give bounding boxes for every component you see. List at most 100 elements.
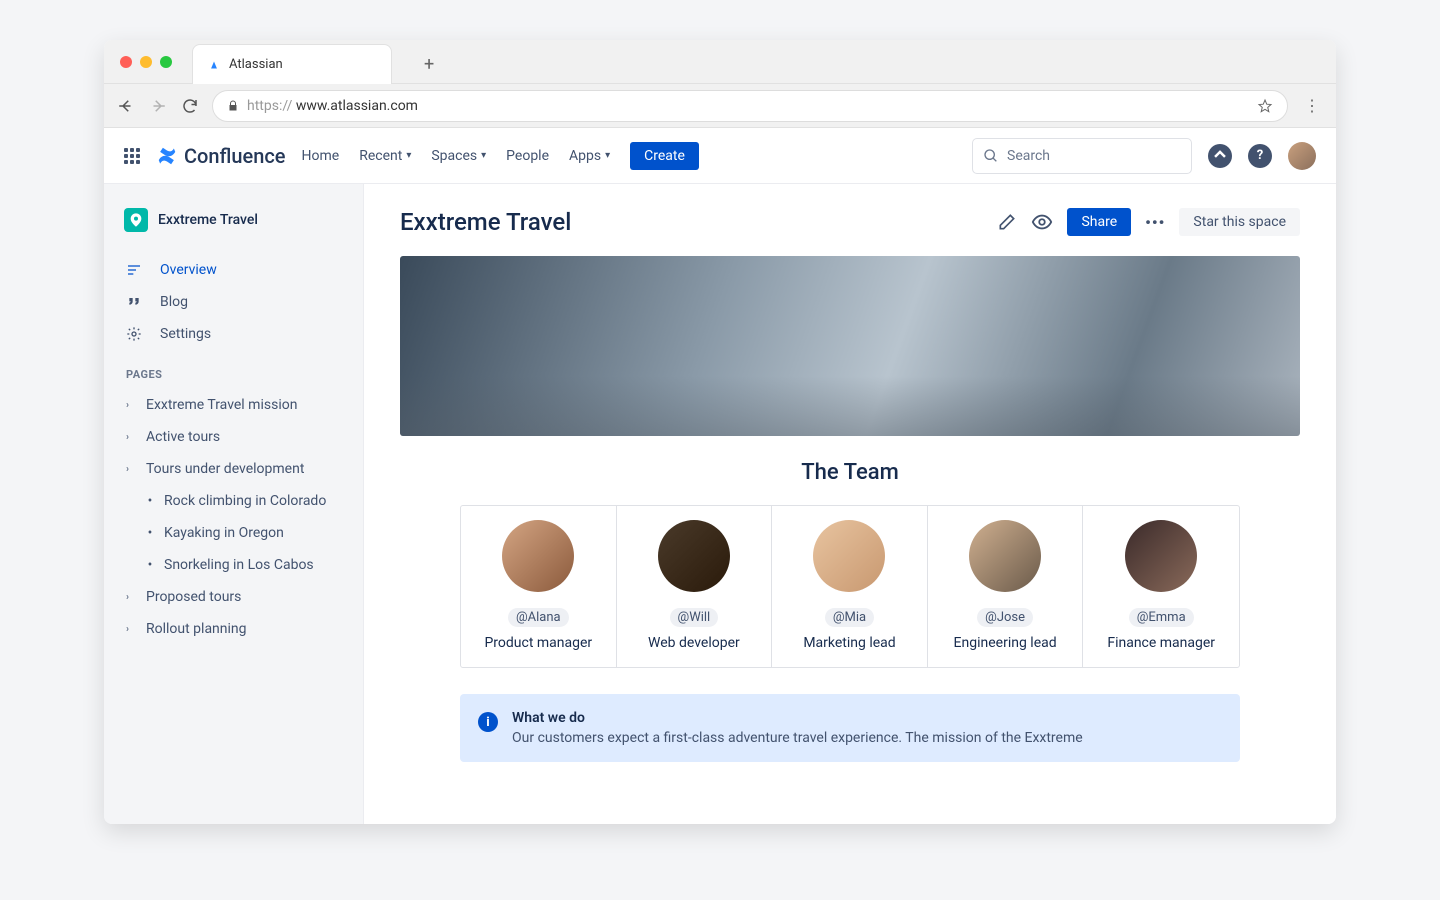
page-tree-subitem[interactable]: • Kayaking in Oregon (116, 517, 351, 549)
forward-button[interactable] (148, 96, 168, 116)
team-role: Product manager (469, 635, 608, 651)
hero-image (400, 256, 1300, 436)
page-label: Proposed tours (146, 589, 241, 605)
bullet-icon: • (144, 525, 156, 541)
team-role: Engineering lead (936, 635, 1075, 651)
star-space-button[interactable]: Star this space (1179, 208, 1300, 236)
info-panel: i What we do Our customers expect a firs… (460, 694, 1240, 762)
quote-icon (126, 294, 146, 310)
nav-spaces[interactable]: Spaces▾ (431, 148, 486, 164)
chevron-right-icon: › (126, 592, 138, 603)
more-actions-button[interactable]: ••• (1145, 213, 1165, 232)
arrow-right-icon (149, 97, 167, 115)
browser-tab-bar: Atlassian + (104, 40, 1336, 84)
avatar (502, 520, 574, 592)
close-window-button[interactable] (120, 56, 132, 68)
traffic-lights (120, 56, 172, 68)
brand-name: Confluence (184, 144, 286, 168)
search-input[interactable]: Search (972, 138, 1192, 174)
space-icon (124, 208, 148, 232)
sidebar-blog[interactable]: Blog (116, 286, 351, 318)
page-tree-item[interactable]: › Proposed tours (116, 581, 351, 613)
chevron-right-icon: › (126, 624, 138, 635)
page-tree-item[interactable]: › Active tours (116, 421, 351, 453)
confluence-logo[interactable]: Confluence (156, 144, 286, 168)
confluence-icon (156, 145, 178, 167)
chevron-down-icon: ▾ (481, 150, 486, 161)
team-role: Finance manager (1091, 635, 1231, 651)
profile-avatar[interactable] (1288, 142, 1316, 170)
page-tree-item[interactable]: › Exxtreme Travel mission (116, 389, 351, 421)
back-button[interactable] (116, 96, 136, 116)
info-panel-title: What we do (512, 710, 1083, 726)
page-label: Tours under development (146, 461, 304, 477)
sidebar-item-label: Blog (160, 294, 188, 310)
arrow-left-icon (117, 97, 135, 115)
avatar (1125, 520, 1197, 592)
chevron-right-icon: › (126, 432, 138, 443)
nav-recent[interactable]: Recent▾ (359, 148, 411, 164)
atlassian-icon (207, 58, 221, 72)
page-label: Active tours (146, 429, 220, 445)
page-label: Snorkeling in Los Cabos (164, 557, 314, 573)
help-icon[interactable]: ? (1248, 144, 1272, 168)
nav-home[interactable]: Home (302, 148, 340, 164)
user-mention[interactable]: @Mia (825, 608, 874, 627)
page-tree-item[interactable]: ›Tours under development (116, 453, 351, 485)
page-title: Exxtreme Travel (400, 208, 997, 236)
bullet-icon: • (144, 493, 156, 509)
pages-section-header: PAGES (116, 350, 351, 389)
share-button[interactable]: Share (1067, 208, 1131, 236)
team-member-card: @Jose Engineering lead (928, 506, 1084, 667)
tab-title: Atlassian (229, 57, 283, 72)
bookmark-star-icon[interactable] (1257, 98, 1273, 114)
chevron-down-icon: ▾ (605, 150, 610, 161)
team-grid: @Alana Product manager @Will Web develop… (460, 505, 1240, 668)
space-header[interactable]: Exxtreme Travel (116, 204, 351, 236)
avatar (658, 520, 730, 592)
avatar (813, 520, 885, 592)
minimize-window-button[interactable] (140, 56, 152, 68)
user-mention[interactable]: @Will (670, 608, 719, 627)
user-mention[interactable]: @Jose (977, 608, 1033, 627)
watch-button[interactable] (1031, 211, 1053, 233)
page-label: Kayaking in Oregon (164, 525, 284, 541)
create-button[interactable]: Create (630, 142, 699, 170)
page-tree-subitem[interactable]: • Snorkeling in Los Cabos (116, 549, 351, 581)
sidebar-item-label: Overview (160, 262, 217, 278)
reload-icon (181, 97, 199, 115)
nav-apps[interactable]: Apps▾ (569, 148, 610, 164)
browser-menu-button[interactable]: ⋮ (1300, 96, 1324, 115)
page-label: Rollout planning (146, 621, 247, 637)
user-mention[interactable]: @Emma (1129, 608, 1194, 627)
sidebar-overview[interactable]: Overview (116, 254, 351, 286)
bullet-icon: • (144, 557, 156, 573)
url-text: https:// www.atlassian.com (247, 98, 418, 114)
team-member-card: @Will Web developer (617, 506, 773, 667)
sidebar-settings[interactable]: Settings (116, 318, 351, 350)
maximize-window-button[interactable] (160, 56, 172, 68)
new-tab-button[interactable]: + (424, 54, 434, 75)
edit-button[interactable] (997, 212, 1017, 232)
lock-icon (227, 100, 239, 112)
address-bar[interactable]: https:// www.atlassian.com (212, 90, 1288, 122)
info-panel-body: Our customers expect a first-class adven… (512, 730, 1083, 746)
search-placeholder: Search (1007, 148, 1050, 164)
browser-window: Atlassian + https:// www.atlassian.com ⋮ (104, 40, 1336, 824)
notifications-icon[interactable] (1208, 144, 1232, 168)
team-role: Web developer (625, 635, 764, 651)
chevron-right-icon: › (126, 400, 138, 411)
team-member-card: @Alana Product manager (461, 506, 617, 667)
reload-button[interactable] (180, 96, 200, 116)
browser-toolbar: https:// www.atlassian.com ⋮ (104, 84, 1336, 128)
browser-tab[interactable]: Atlassian (192, 44, 392, 84)
nav-people[interactable]: People (506, 148, 549, 164)
gear-icon (126, 326, 146, 342)
search-icon (983, 148, 999, 164)
page-tree-item[interactable]: › Rollout planning (116, 613, 351, 645)
app-switcher-icon[interactable] (124, 148, 140, 164)
page-label: Exxtreme Travel mission (146, 397, 297, 413)
user-mention[interactable]: @Alana (508, 608, 569, 627)
page-tree-subitem[interactable]: •Rock climbing in Colorado (116, 485, 351, 517)
team-heading: The Team (400, 460, 1300, 485)
